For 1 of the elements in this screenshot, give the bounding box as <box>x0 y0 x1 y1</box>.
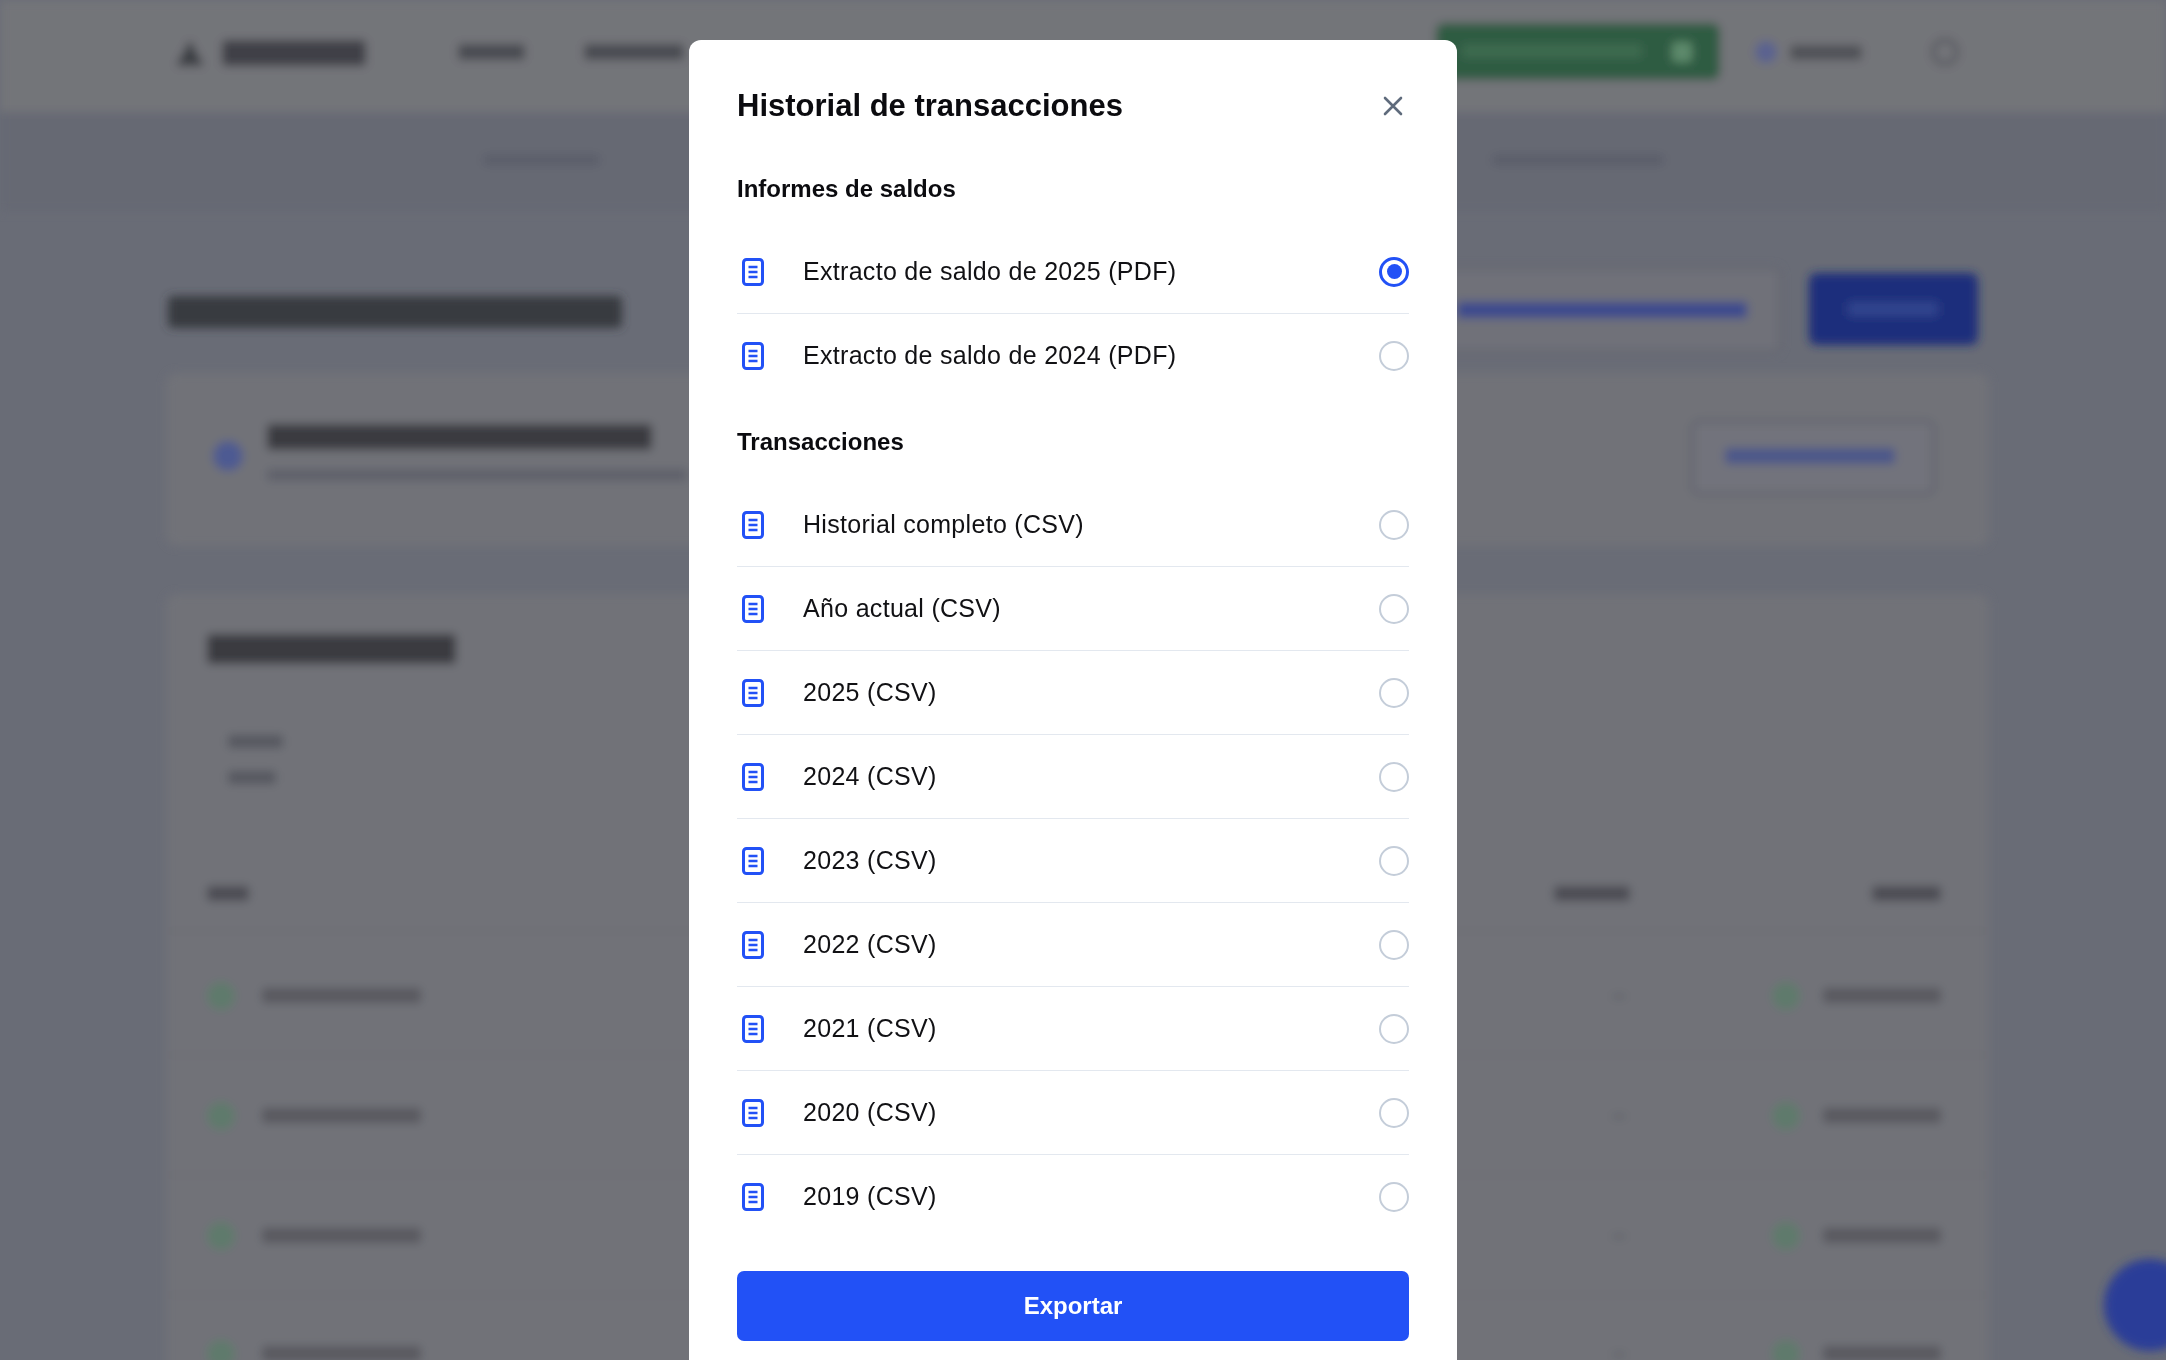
dialog-title: Historial de transacciones <box>737 87 1123 125</box>
